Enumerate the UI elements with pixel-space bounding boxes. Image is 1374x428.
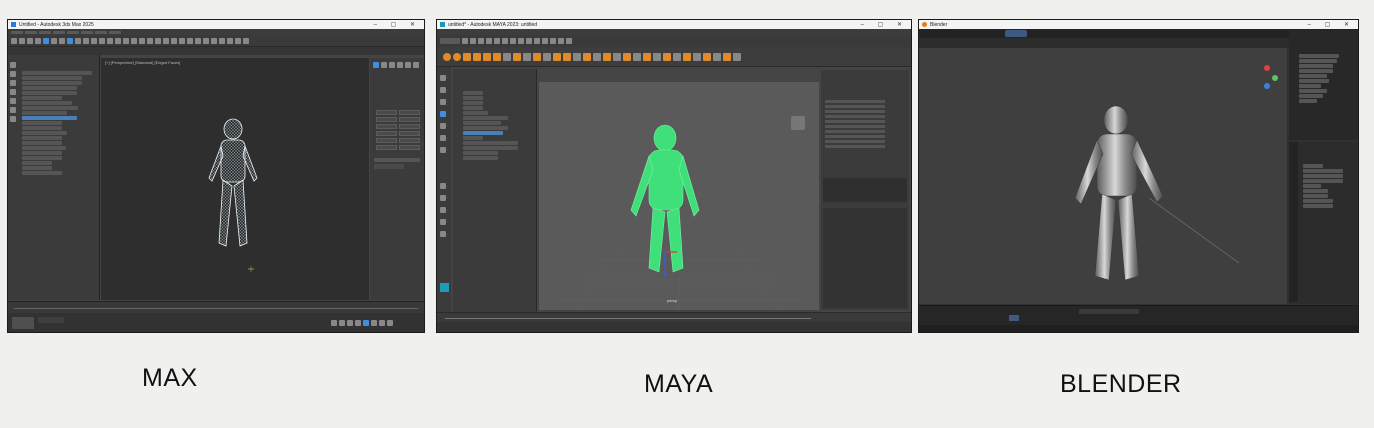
blender-statusbar [919,325,1358,332]
blender-window: Blender – ▢ ✕ [918,19,1359,333]
max-viewport[interactable]: [+] [Perspective] [Standard] [Edged Face… [101,58,369,300]
blender-properties[interactable] [1289,142,1358,304]
maya-window: untitled* - Autodesk MAYA 2023: untitled… [436,19,912,333]
max-command-panel[interactable] [370,58,424,300]
maya-title: untitled* - Autodesk MAYA 2023: untitled [448,21,538,28]
maya-titlebar: untitled* - Autodesk MAYA 2023: untitled… [437,20,911,29]
caption-blender: BLENDER [1060,370,1182,398]
blender-app-icon [922,22,927,27]
maya-outliner[interactable] [453,69,537,312]
maya-viewport[interactable]: persp [539,70,819,310]
max-window: Untitled - Autodesk 3ds Max 2025 – ▢ ✕ [… [7,19,425,333]
blender-title: Blender [930,21,948,28]
max-title: Untitled - Autodesk 3ds Max 2025 [19,21,94,28]
max-ribbon[interactable] [8,47,424,55]
max-titlebar: Untitled - Autodesk 3ds Max 2025 – ▢ ✕ [8,20,424,29]
caption-maya: MAYA [644,370,714,398]
maya-channel-box[interactable] [821,70,909,310]
maya-logo-icon [440,283,449,292]
maya-helpline [437,322,911,332]
blender-timeline[interactable] [919,305,1358,325]
window-controls[interactable]: – ▢ ✕ [374,21,421,28]
maya-camera-label: persp [667,298,678,303]
max-soldier-model [208,118,258,272]
max-scene-explorer[interactable] [8,55,100,300]
blender-soldier-model [1074,65,1278,281]
maya-statusline[interactable] [437,35,911,47]
maya-soldier-model [559,116,805,310]
blender-viewport[interactable] [919,48,1287,304]
max-statusbar[interactable] [8,313,424,332]
window-controls[interactable]: – ▢ ✕ [1308,21,1355,28]
maya-timeline[interactable] [437,312,911,322]
max-toolbar[interactable] [8,35,424,47]
maya-app-icon [440,22,445,27]
max-timeline[interactable] [8,301,424,313]
blender-titlebar: Blender – ▢ ✕ [919,20,1358,29]
max-left-toolstrip[interactable] [10,62,18,172]
caption-max: MAX [142,364,198,392]
maya-shelf[interactable] [437,47,911,67]
blender-outliner[interactable] [1289,30,1358,140]
window-controls[interactable]: – ▢ ✕ [861,21,908,28]
max-app-icon [11,22,16,27]
maya-toolbox[interactable] [437,67,451,312]
